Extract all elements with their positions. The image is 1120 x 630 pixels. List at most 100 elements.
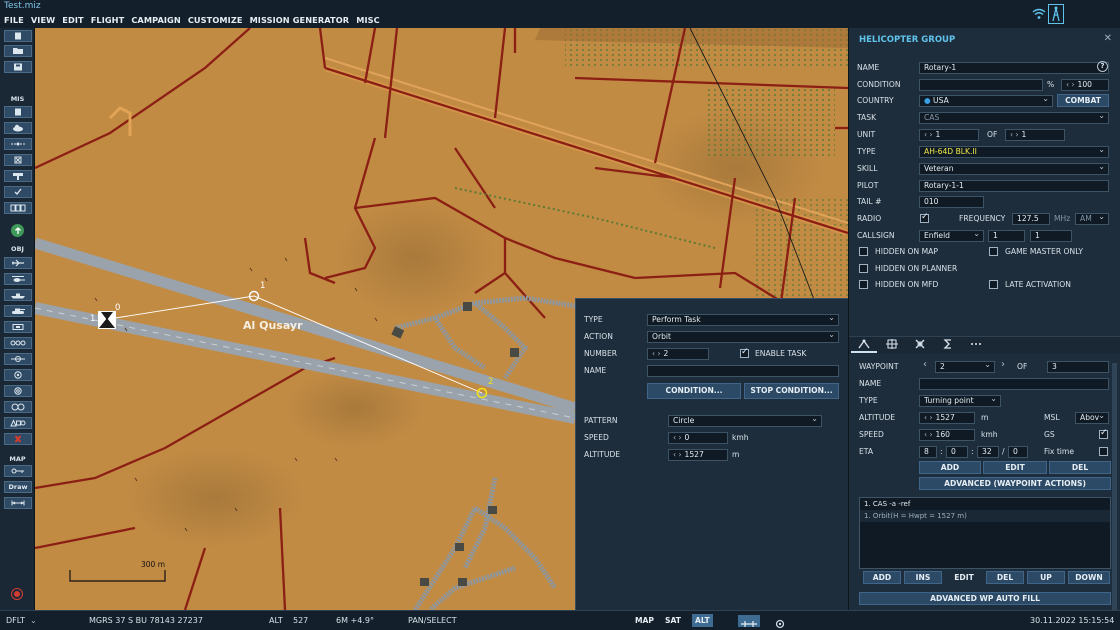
menu-customize[interactable]: CUSTOMIZE	[188, 13, 243, 28]
multi-view-button[interactable]	[4, 202, 32, 214]
late-activation-checkbox[interactable]	[989, 280, 998, 289]
briefing-button[interactable]	[4, 106, 32, 118]
delete-button[interactable]	[4, 433, 32, 445]
task-number-stepper[interactable]: ‹ › 2	[647, 348, 709, 360]
orbit-speed-stepper[interactable]: ‹ › 0	[668, 432, 728, 444]
ruler-button[interactable]	[4, 465, 32, 477]
action-delete-button[interactable]: DEL	[986, 571, 1024, 584]
unit-stepper[interactable]: ‹ › 1	[919, 129, 979, 141]
new-file-button[interactable]	[4, 30, 32, 42]
resource-button[interactable]	[4, 170, 32, 182]
stepper-arrows-icon[interactable]: ‹ ›	[924, 130, 933, 139]
stepper-arrows-icon[interactable]: ‹ ›	[673, 433, 682, 442]
profile-select[interactable]: DFLT	[6, 611, 25, 630]
pilot-input[interactable]: Rotary-1-1	[919, 180, 1109, 192]
pattern-select[interactable]: Circle	[668, 415, 822, 427]
frequency-input[interactable]: 127.5	[1012, 213, 1050, 225]
unit-total-stepper[interactable]: ‹ › 1	[1005, 129, 1065, 141]
add-static-button[interactable]	[4, 321, 32, 333]
stepper-arrows-icon[interactable]: ‹ ›	[673, 450, 682, 459]
hidden-on-planner-checkbox[interactable]	[859, 264, 868, 273]
add-shapes-button[interactable]	[4, 417, 32, 429]
waypoint-prev-icon[interactable]: ‹	[923, 359, 927, 370]
eta-hours[interactable]: 8	[919, 446, 937, 458]
eta-seconds[interactable]: 32	[977, 446, 999, 458]
list-item[interactable]: 1. Orbit(H = Hwpt = 1527 m)	[860, 510, 1110, 522]
tab-route[interactable]	[851, 339, 877, 353]
tab-targets[interactable]	[879, 339, 905, 353]
help-icon[interactable]: ?	[1097, 61, 1108, 72]
panel-scrollbar[interactable]	[1112, 363, 1117, 625]
condition-stepper[interactable]: ‹ › 100	[1061, 79, 1109, 91]
wp-name-input[interactable]	[919, 378, 1109, 390]
save-file-button[interactable]	[4, 61, 32, 73]
helicopter-group-marker[interactable]	[98, 311, 116, 329]
add-vehicle-button[interactable]	[4, 305, 32, 317]
waypoint-next-icon[interactable]: ›	[1001, 359, 1005, 370]
eta-minutes[interactable]: 0	[946, 446, 968, 458]
wp-edit-button[interactable]: EDIT	[983, 461, 1047, 474]
add-template-button[interactable]	[4, 337, 32, 349]
stepper-arrows-icon[interactable]: ‹ ›	[1066, 80, 1075, 89]
tail-number-input[interactable]: 010	[919, 196, 984, 208]
add-group-button[interactable]	[4, 401, 32, 413]
measure-button[interactable]	[4, 497, 32, 509]
fix-time-checkbox[interactable]	[1099, 447, 1108, 456]
stepper-arrows-icon[interactable]: ‹ ›	[924, 430, 933, 439]
tab-more[interactable]	[963, 339, 989, 353]
group-name-input[interactable]: Rotary-1	[919, 62, 1109, 74]
go-button[interactable]	[11, 224, 24, 237]
add-target-button[interactable]	[4, 369, 32, 381]
radio-checkbox[interactable]	[920, 212, 929, 223]
action-insert-button[interactable]: INS	[904, 571, 942, 584]
menu-view[interactable]: VIEW	[31, 13, 55, 28]
satellite-view-button[interactable]: SAT	[662, 614, 684, 627]
waypoint-select[interactable]: 2	[935, 361, 995, 373]
combat-button[interactable]: COMBAT	[1057, 94, 1109, 107]
wp-type-select[interactable]: Turning point	[919, 395, 1001, 407]
check-button[interactable]	[4, 186, 32, 198]
map-view-button[interactable]: MAP	[632, 614, 657, 627]
wp-altitude-stepper[interactable]: ‹ › 1527	[919, 412, 975, 424]
callsign-number-2[interactable]: 1	[1030, 230, 1072, 242]
waypoint-actions-list[interactable]: 1. CAS -a -ref 1. Orbit(H = Hwpt = 1527 …	[859, 497, 1111, 569]
action-add-button[interactable]: ADD	[863, 571, 901, 584]
settings-button[interactable]	[772, 615, 788, 629]
advanced-waypoint-actions-button[interactable]: ADVANCED (WAYPOINT ACTIONS)	[919, 477, 1111, 490]
altitude-mode-select[interactable]: Abov	[1075, 412, 1109, 424]
wp-add-button[interactable]: ADD	[919, 461, 981, 474]
modulation-select[interactable]: AM	[1075, 213, 1109, 225]
close-icon[interactable]: ✕	[1104, 33, 1112, 44]
callsign-number-1[interactable]: 1	[988, 230, 1025, 242]
menu-edit[interactable]: EDIT	[62, 13, 83, 28]
menu-file[interactable]: FILE	[4, 13, 24, 28]
add-helicopter-button[interactable]	[4, 273, 32, 285]
ground-speed-checkbox[interactable]	[1099, 428, 1108, 439]
task-select[interactable]: CAS	[919, 112, 1109, 124]
wp-delete-button[interactable]: DEL	[1049, 461, 1111, 474]
trigger-zone-button[interactable]	[4, 138, 32, 150]
altitude-view-button[interactable]: ALT	[692, 614, 713, 627]
weather-button[interactable]	[4, 122, 32, 134]
list-item[interactable]: 1. CAS -a -ref	[860, 498, 1110, 510]
hidden-on-map-checkbox[interactable]	[859, 247, 868, 256]
add-ship-button[interactable]	[4, 289, 32, 301]
draw-button[interactable]: Draw	[4, 481, 32, 493]
stepper-arrows-icon[interactable]: ‹ ›	[924, 413, 933, 422]
chevron-down-icon[interactable]: ⌄	[30, 611, 37, 630]
callsign-select[interactable]: Enfield	[919, 230, 984, 242]
skill-select[interactable]: Veteran	[919, 163, 1109, 175]
enable-task-checkbox[interactable]	[740, 347, 749, 358]
hidden-on-mfd-checkbox[interactable]	[859, 280, 868, 289]
action-down-button[interactable]: DOWN	[1068, 571, 1110, 584]
stepper-arrows-icon[interactable]: ‹ ›	[652, 349, 661, 358]
condition-button[interactable]: CONDITION...	[647, 383, 741, 399]
altitude-reference[interactable]: MSL	[1044, 412, 1060, 424]
action-up-button[interactable]: UP	[1027, 571, 1065, 584]
layers-button[interactable]	[738, 615, 760, 627]
add-plane-button[interactable]	[4, 257, 32, 269]
add-zone-button[interactable]	[4, 353, 32, 365]
wp-speed-stepper[interactable]: ‹ › 160	[919, 429, 975, 441]
task-type-select[interactable]: Perform Task	[647, 314, 839, 326]
tower-icon[interactable]	[1048, 4, 1064, 24]
